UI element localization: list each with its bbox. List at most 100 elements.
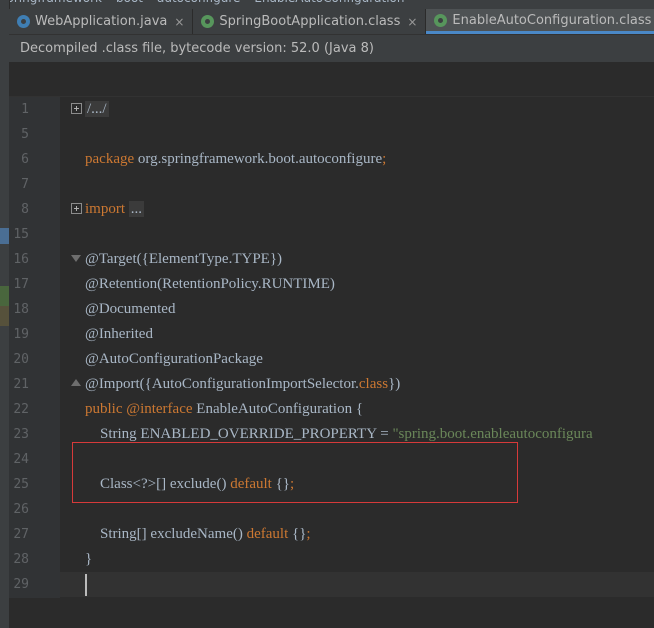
code-line[interactable]: 5: [9, 122, 654, 147]
code-line[interactable]: 1 /.../: [9, 97, 654, 122]
breadcrumb-item[interactable]: boot: [116, 0, 143, 5]
code-line[interactable]: 25 Class<?>[] exclude() default {};: [9, 472, 654, 497]
code-text: String ENABLED_OVERRIDE_PROPERTY = "spri…: [85, 422, 593, 447]
code-token: default: [230, 476, 272, 492]
fold-start-icon[interactable]: [71, 253, 82, 264]
code-line[interactable]: 15: [9, 222, 654, 247]
decompiled-notice: Decompiled .class file, bytecode version…: [9, 34, 654, 62]
line-number: 1: [21, 102, 29, 117]
editor-tab-bar: WebApplication.java × SpringBootApplicatio…: [9, 9, 654, 34]
close-icon[interactable]: ×: [174, 15, 184, 29]
code-token: EnableAutoConfiguration {: [192, 401, 364, 417]
breadcrumb: springframework boot autoconfigure EnableAu…: [0, 0, 654, 9]
code-line[interactable]: 18 @Documented: [9, 297, 654, 322]
code-text: String[] excludeName() default {};: [85, 522, 311, 547]
code-token: "spring.boot.enableautoconfigura: [392, 426, 593, 442]
editor-tab[interactable]: SpringBootApplication.class ×: [193, 9, 427, 34]
code-line[interactable]: 28}: [9, 547, 654, 572]
code-token: @Documented: [85, 301, 176, 317]
code-token: }): [388, 376, 401, 392]
line-number: 18: [13, 302, 29, 317]
code-token: }: [85, 551, 93, 567]
line-number: 7: [21, 177, 29, 192]
code-line[interactable]: 24: [9, 447, 654, 472]
code-text: @AutoConfigurationPackage: [85, 347, 263, 372]
line-number: 15: [13, 227, 29, 242]
close-icon[interactable]: ×: [407, 15, 417, 29]
line-number: 26: [13, 502, 29, 517]
line-number: 8: [21, 202, 29, 217]
fold-expand-icon[interactable]: [71, 203, 82, 214]
line-number: 28: [13, 552, 29, 567]
code-line[interactable]: 8 import ...: [9, 197, 654, 222]
breadcrumb-item[interactable]: springframework: [0, 0, 102, 5]
code-token: String[] excludeName(): [85, 526, 247, 542]
code-line[interactable]: 27 String[] excludeName() default {};: [9, 522, 654, 547]
code-line[interactable]: 6 package org.springframework.boot.autoco…: [9, 147, 654, 172]
tool-marker[interactable]: [0, 228, 9, 244]
line-number: 17: [13, 277, 29, 292]
code-text: @Inherited: [85, 322, 153, 347]
line-number: 6: [21, 152, 29, 167]
editor-tab[interactable]: EnableAutoConfiguration.class×: [426, 9, 654, 34]
class-file-icon: [434, 13, 448, 27]
code-line[interactable]: 20 @AutoConfigurationPackage: [9, 347, 654, 372]
breadcrumb-item[interactable]: EnableAutoConfiguration: [254, 0, 404, 5]
code-token: ;: [290, 476, 295, 492]
line-number: 24: [13, 452, 29, 467]
code-line[interactable]: 26: [9, 497, 654, 522]
code-token: org.springframework.boot.autoconfigure: [134, 151, 383, 167]
code-text: Class<?>[] exclude() default {};: [85, 472, 294, 497]
fold-expand-icon[interactable]: [71, 103, 82, 114]
tool-marker[interactable]: [0, 286, 9, 306]
code-token: default: [246, 526, 289, 542]
code-token: {}: [288, 526, 307, 542]
line-number: 29: [13, 577, 29, 592]
code-line[interactable]: 19 @Inherited: [9, 322, 654, 347]
code-token: String ENABLED_OVERRIDE_PROPERTY =: [85, 426, 393, 442]
line-number: 21: [13, 377, 29, 392]
code-text: import ...: [85, 197, 144, 222]
code-text: /.../: [85, 97, 109, 122]
code-token: ;: [382, 151, 387, 167]
code-token: {}: [271, 476, 291, 492]
editor-tab[interactable]: WebApplication.java ×: [9, 9, 194, 34]
folded-region[interactable]: /.../: [85, 101, 109, 117]
breadcrumb-item[interactable]: autoconfigure: [157, 0, 240, 5]
code-token: @AutoConfigurationPackage: [85, 351, 263, 367]
code-text: package org.springframework.boot.autocon…: [85, 147, 386, 172]
line-number: 5: [21, 127, 29, 142]
code-token: Class<?>[] exclude(): [85, 476, 231, 492]
code-text: public @interface EnableAutoConfiguratio…: [85, 397, 363, 422]
folded-region[interactable]: ...: [128, 201, 144, 217]
code-token: package: [85, 151, 135, 167]
code-line[interactable]: 16 @Target({ElementType.TYPE}): [9, 247, 654, 272]
line-number: 23: [13, 427, 29, 442]
line-number: 20: [13, 352, 29, 367]
line-number: 27: [13, 527, 29, 542]
code-text: }: [85, 547, 92, 572]
code-token: @Retention(RetentionPolicy.RUNTIME): [85, 276, 335, 292]
tab-label: WebApplication.java: [35, 14, 168, 29]
code-token: @Target({ElementType.TYPE}): [85, 251, 283, 267]
line-number: 25: [13, 477, 29, 492]
code-line[interactable]: 22 public @interface EnableAutoConfigurat…: [9, 397, 654, 422]
code-line[interactable]: 17 @Retention(RetentionPolicy.RUNTIME): [9, 272, 654, 297]
tool-marker[interactable]: [0, 306, 9, 326]
code-token: import: [85, 201, 125, 217]
fold-end-icon[interactable]: [71, 378, 82, 389]
code-token: @Import({AutoConfigurationImportSelector…: [85, 376, 359, 392]
code-line[interactable]: 29: [9, 572, 654, 597]
code-token: public: [85, 401, 123, 417]
code-line[interactable]: 7: [9, 172, 654, 197]
code-token: @interface: [126, 401, 193, 417]
code-text: @Retention(RetentionPolicy.RUNTIME): [85, 272, 335, 297]
code-editor[interactable]: 1 /.../ 5 6 package org.springframework.boot…: [9, 96, 654, 599]
code-token: class: [358, 376, 389, 392]
java-file-icon: [17, 15, 30, 28]
line-number: 22: [13, 402, 29, 417]
tab-label: SpringBootApplication.class: [219, 14, 401, 29]
code-line[interactable]: 23 String ENABLED_OVERRIDE_PROPERTY = "s…: [9, 422, 654, 447]
code-token: ;: [306, 526, 311, 542]
code-line[interactable]: 21 @Import({AutoConfigurationImportSelect…: [9, 372, 654, 397]
